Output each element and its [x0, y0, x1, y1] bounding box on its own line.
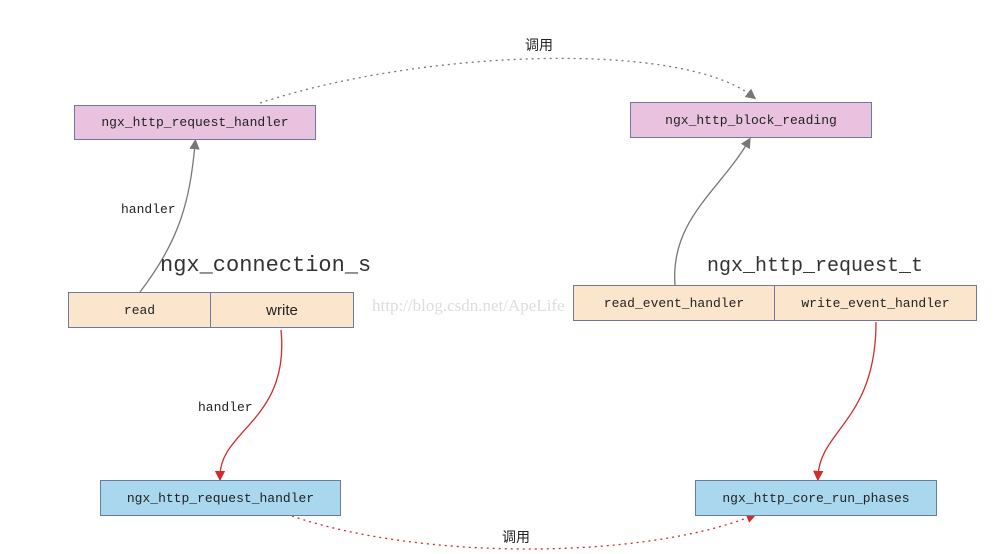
connection-title: ngx_connection_s — [160, 253, 372, 278]
edge-label-write-handler: handler — [198, 400, 253, 415]
node-ngx-http-request-handler-top: ngx_http_request_handler — [74, 105, 316, 140]
node-ngx-http-request-handler-bottom: ngx_http_request_handler — [100, 480, 341, 516]
edge-label-bottom-call: 调用 — [502, 527, 530, 547]
node-ngx-http-block-reading: ngx_http_block_reading — [630, 102, 872, 138]
edge-label-top-call: 调用 — [525, 38, 553, 54]
node-ngx-http-core-run-phases: ngx_http_core_run_phases — [695, 480, 937, 516]
request-write-event-handler-field: write_event_handler — [774, 285, 977, 321]
connection-write-field: write — [210, 292, 354, 328]
edge-label-read-handler: handler — [121, 202, 176, 217]
edge-write-event-handler — [813, 321, 877, 482]
request-title: ngx_http_request_t — [707, 255, 924, 278]
request-read-event-handler-field: read_event_handler — [573, 285, 775, 321]
diagram: http://blog.csdn.net/ApeLife ngx_http_re… — [0, 0, 1005, 554]
connection-read-field: read — [68, 292, 211, 328]
watermark: http://blog.csdn.net/ApeLife — [372, 296, 565, 315]
edge-top-call — [259, 57, 757, 104]
